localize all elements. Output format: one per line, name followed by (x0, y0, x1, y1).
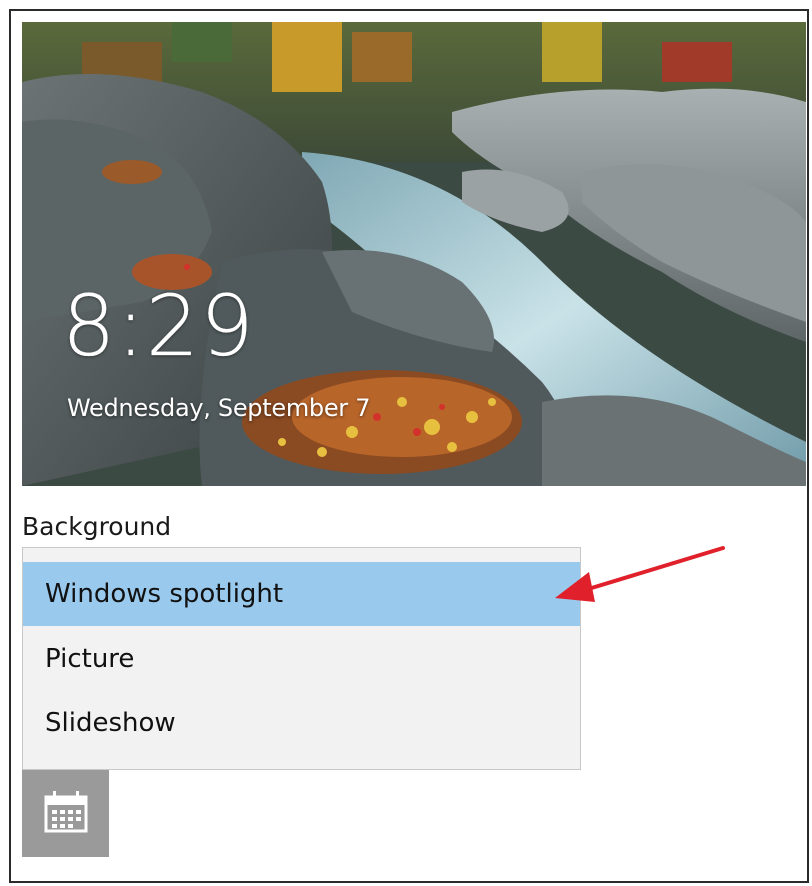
lock-screen-preview: 8:29 Wednesday, September 7 (22, 22, 806, 486)
lock-screen-clock: 8:29 (62, 277, 255, 375)
lock-screen-date: Wednesday, September 7 (67, 394, 371, 422)
annotation-arrow (555, 546, 725, 602)
background-label: Background (22, 512, 172, 541)
calendar-app-tile[interactable] (22, 770, 109, 857)
background-dropdown-list: Windows spotlight Picture Slideshow (22, 547, 581, 770)
option-slideshow[interactable]: Slideshow (23, 691, 580, 755)
option-windows-spotlight[interactable]: Windows spotlight (23, 562, 580, 626)
calendar-icon (44, 791, 88, 833)
option-picture[interactable]: Picture (23, 627, 580, 691)
